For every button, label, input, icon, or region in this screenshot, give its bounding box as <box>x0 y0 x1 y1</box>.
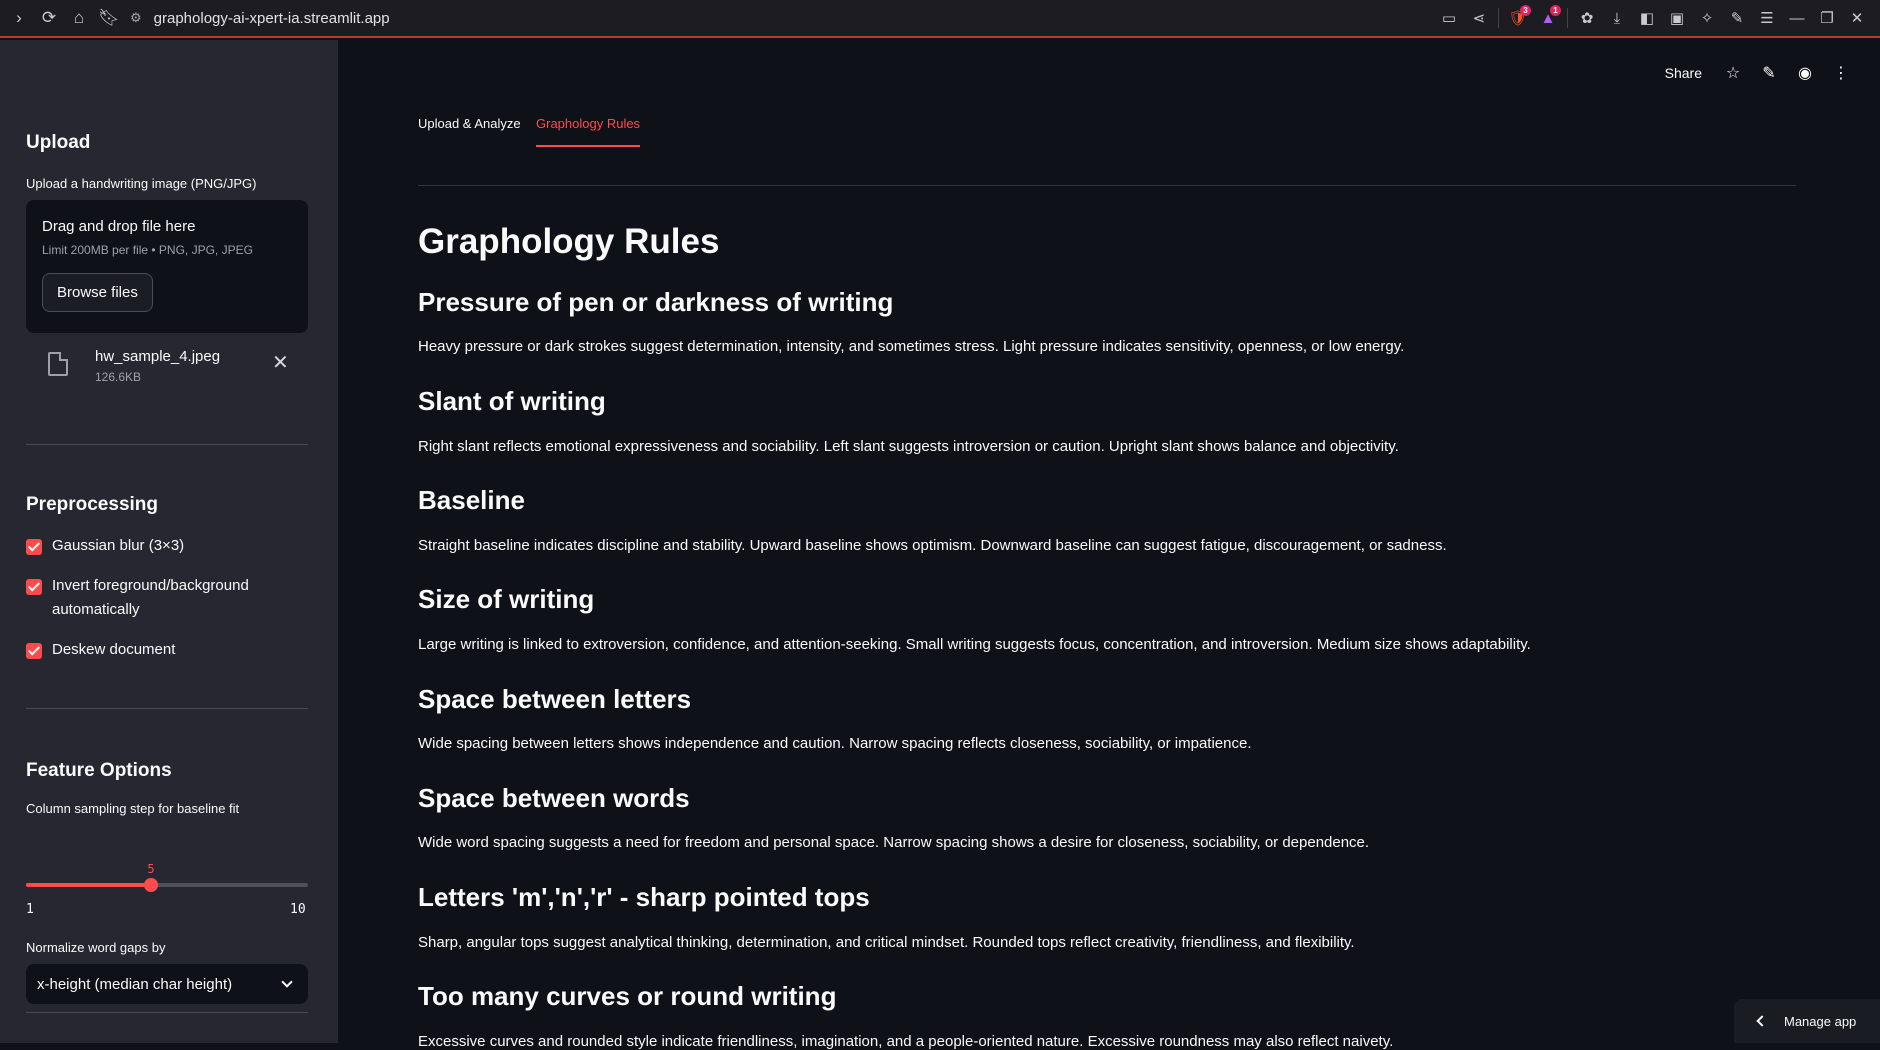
checkbox-gaussian-blur[interactable]: Gaussian blur (3×3) <box>26 537 308 558</box>
sidebar-divider <box>26 1012 308 1013</box>
uploaded-file-size: 126.6KB <box>95 370 142 384</box>
slider-value: 5 <box>147 862 155 876</box>
rule-heading: Too many curves or round writing <box>418 981 837 1011</box>
rule-heading: Space between letters <box>418 684 692 714</box>
sidebar-toggle-icon[interactable]: ◧ <box>1632 3 1662 33</box>
checkbox-invert[interactable]: Invert foreground/background automatical… <box>26 577 308 622</box>
upload-heading: Upload <box>26 132 91 153</box>
browser-toolbar: › ⟳ ⌂ 🔖︎ ⚙ graphology-ai-xpert-ia.stream… <box>0 0 1880 38</box>
leo-ai-icon[interactable]: ✧ <box>1692 3 1722 33</box>
checkbox-label: Deskew document <box>52 641 176 658</box>
normalize-gaps-select[interactable]: x-height (median char height) <box>26 964 308 1004</box>
page-title: Graphology Rules <box>418 222 720 261</box>
select-label: Normalize word gaps by <box>26 940 166 955</box>
github-icon[interactable]: ◉ <box>1794 62 1816 84</box>
browse-files-button[interactable]: Browse files <box>42 273 153 312</box>
file-icon <box>48 352 68 376</box>
checkbox-checked-icon[interactable] <box>26 579 42 595</box>
checkbox-deskew[interactable]: Deskew document <box>26 641 308 662</box>
more-options-icon[interactable]: ⋮ <box>1830 62 1852 84</box>
remove-file-icon[interactable]: ✕ <box>272 350 289 375</box>
checkbox-checked-icon[interactable] <box>26 643 42 659</box>
bookmark-icon[interactable]: 🔖︎ <box>94 3 124 33</box>
extensions-icon[interactable]: ✿ <box>1572 3 1602 33</box>
app-toolbar: Share ☆ ✎ ◉ ⋮ <box>1665 62 1852 84</box>
file-dropzone[interactable]: Drag and drop file here Limit 200MB per … <box>26 200 308 333</box>
tab-graphology-rules[interactable]: Graphology Rules <box>536 116 641 147</box>
rule-text: Excessive curves and rounded style indic… <box>418 1033 1394 1050</box>
baseline-step-slider[interactable] <box>26 878 308 892</box>
reload-icon[interactable]: ⟳ <box>34 3 64 33</box>
checkbox-checked-icon[interactable] <box>26 539 42 555</box>
rule-text: Straight baseline indicates discipline a… <box>418 537 1447 554</box>
star-icon[interactable]: ☆ <box>1722 62 1744 84</box>
upload-label: Upload a handwriting image (PNG/JPG) <box>26 176 257 191</box>
checkbox-label: Gaussian blur (3×3) <box>52 537 185 554</box>
restore-icon[interactable]: ❐ <box>1812 3 1842 33</box>
rule-heading: Slant of writing <box>418 386 606 416</box>
minimize-icon[interactable]: — <box>1782 3 1812 33</box>
main-content: Share ☆ ✎ ◉ ⋮ Upload & Analyze Grapholog… <box>338 40 1880 1050</box>
chevron-down-icon <box>281 976 293 988</box>
rule-heading: Size of writing <box>418 584 595 614</box>
tab-upload-analyze[interactable]: Upload & Analyze <box>418 116 521 147</box>
brave-rewards-badge: 1 <box>1550 5 1561 16</box>
rule-text: Right slant reflects emotional expressiv… <box>418 438 1399 455</box>
rule-heading: Space between words <box>418 783 690 813</box>
home-icon[interactable]: ⌂ <box>64 3 94 33</box>
downloads-icon[interactable]: ⤓ <box>1602 3 1632 33</box>
sidebar-divider <box>26 444 308 445</box>
rule-heading: Baseline <box>418 485 525 515</box>
forward-icon[interactable]: › <box>4 3 34 33</box>
rule-text: Large writing is linked to extroversion,… <box>418 636 1531 653</box>
address-bar-url: graphology-ai-xpert-ia.streamlit.app <box>153 9 390 27</box>
share-button[interactable]: Share <box>1665 65 1702 81</box>
brave-shields-badge: 3 <box>1520 5 1531 16</box>
slider-fill <box>26 883 152 887</box>
wallet-icon[interactable]: ▣ <box>1662 3 1692 33</box>
rule-heading: Letters 'm','n','r' - sharp pointed tops <box>418 882 870 912</box>
rule-text: Wide spacing between letters shows indep… <box>418 735 1252 752</box>
checkbox-label: Invert foreground/background automatical… <box>52 577 249 618</box>
manage-app-label: Manage app <box>1784 1013 1857 1029</box>
feature-options-heading: Feature Options <box>26 760 172 781</box>
rule-text: Sharp, angular tops suggest analytical t… <box>418 934 1355 951</box>
cast-icon[interactable]: ▭ <box>1434 3 1464 33</box>
site-settings-icon[interactable]: ⚙ <box>130 10 142 26</box>
dropzone-title: Drag and drop file here <box>42 218 196 235</box>
slider-min: 1 <box>26 902 34 917</box>
select-value: x-height (median char height) <box>37 975 233 993</box>
slider-thumb[interactable] <box>144 878 159 892</box>
sidebar-divider <box>26 708 308 709</box>
sidebar: Upload Upload a handwriting image (PNG/J… <box>0 40 338 1043</box>
dropzone-limit: Limit 200MB per file • PNG, JPG, JPEG <box>42 243 253 257</box>
rule-text: Wide word spacing suggests a need for fr… <box>418 834 1370 851</box>
edit-icon[interactable]: ✎ <box>1758 62 1780 84</box>
pen-icon[interactable]: ✎ <box>1722 3 1752 33</box>
rule-heading: Pressure of pen or darkness of writing <box>418 287 894 317</box>
share-page-icon[interactable]: ⋖ <box>1464 3 1494 33</box>
rule-text: Heavy pressure or dark strokes suggest d… <box>418 338 1405 355</box>
slider-label: Column sampling step for baseline fit <box>26 801 240 816</box>
close-window-icon[interactable]: ✕ <box>1842 3 1872 33</box>
uploaded-file-name: hw_sample_4.jpeg <box>95 348 221 365</box>
toolbar-separator <box>1498 8 1499 28</box>
toolbar-separator <box>1567 8 1568 28</box>
chevron-left-icon <box>1756 1015 1768 1027</box>
manage-app-button[interactable]: Manage app <box>1734 999 1880 1043</box>
address-bar[interactable]: ⚙ graphology-ai-xpert-ia.streamlit.app <box>130 4 390 32</box>
menu-icon[interactable]: ☰ <box>1752 3 1782 33</box>
uploaded-file: hw_sample_4.jpeg 126.6KB ✕ <box>26 342 308 398</box>
brave-rewards-icon[interactable]: ▲ 1 <box>1533 3 1563 33</box>
brave-shields-icon[interactable]: 🛡︎ 3 <box>1503 3 1533 33</box>
preprocessing-heading: Preprocessing <box>26 494 158 515</box>
slider-max: 10 <box>290 902 306 917</box>
tab-bar: Upload & Analyze Graphology Rules <box>418 116 1796 186</box>
